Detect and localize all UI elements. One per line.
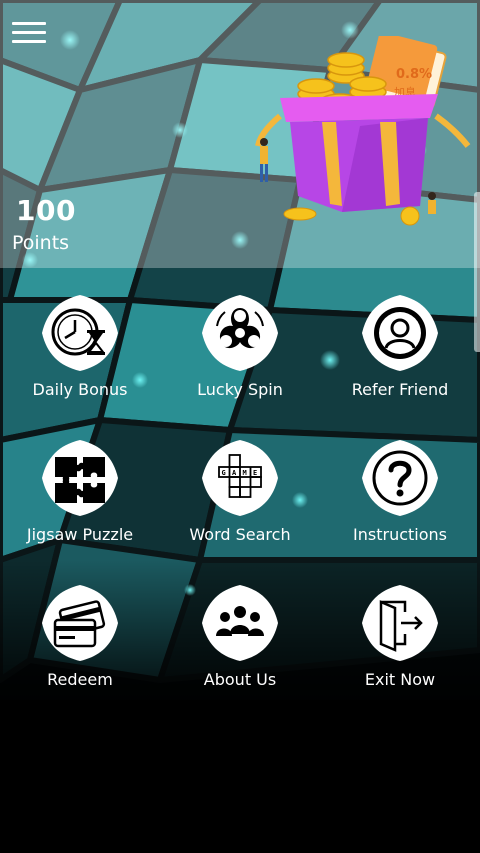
points-label: Points (12, 232, 70, 254)
menu-item-exit-now[interactable]: Exit Now (320, 580, 480, 700)
fidget-spinner-icon (202, 295, 278, 371)
menu-item-label: Redeem (47, 670, 113, 689)
menu-item-instructions[interactable]: Instructions (320, 435, 480, 555)
menu-item-daily-bonus[interactable]: Daily Bonus (0, 290, 160, 410)
question-mark-icon (362, 440, 438, 516)
clock-hourglass-icon (42, 295, 118, 371)
menu-item-label: Daily Bonus (32, 380, 128, 399)
menu-bar (12, 40, 46, 43)
illustration-tag-text: 0.8% (396, 67, 432, 82)
menu-item-label: Exit Now (364, 670, 436, 689)
menu-item-label: Instructions (353, 525, 447, 544)
svg-text:G: G (222, 469, 226, 477)
menu-item-jigsaw-puzzle[interactable]: Jigsaw Puzzle (0, 435, 160, 555)
exit-door-icon (362, 585, 438, 661)
menu-item-label: Word Search (189, 525, 291, 544)
menu-item-label: Jigsaw Puzzle (26, 525, 134, 544)
menu-bar (12, 22, 46, 25)
points-value: 100 (16, 194, 76, 227)
hamburger-menu-button[interactable] (10, 20, 48, 46)
menu-bar (12, 31, 46, 34)
menu-item-label: Lucky Spin (197, 380, 283, 399)
menu-item-about-us[interactable]: About Us (160, 580, 320, 700)
menu-item-lucky-spin[interactable]: Lucky Spin (160, 290, 320, 410)
user-avatar-icon (362, 295, 438, 371)
puzzle-pieces-icon (42, 440, 118, 516)
menu-item-word-search[interactable]: GAME Word Search (160, 435, 320, 555)
menu-item-refer-friend[interactable]: Refer Friend (320, 290, 480, 410)
menu-item-redeem[interactable]: Redeem (0, 580, 160, 700)
crossword-game-icon: GAME (202, 440, 278, 516)
cards-wallet-icon (42, 585, 118, 661)
menu-item-label: About Us (203, 670, 277, 689)
menu-item-label: Refer Friend (351, 380, 449, 399)
svg-text:M: M (243, 469, 247, 477)
team-people-icon (202, 585, 278, 661)
svg-text:E: E (253, 469, 257, 477)
gift-box-coins-illustration: 0.8% 加息 (250, 32, 472, 232)
